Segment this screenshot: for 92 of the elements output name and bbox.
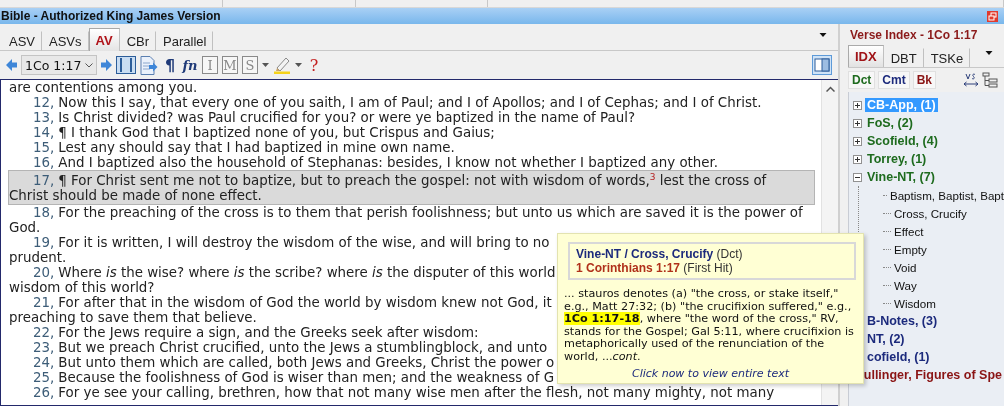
version-tab[interactable]: ASVs — [42, 31, 89, 51]
verse-text: For the preaching of the cross is to them that perish foolishness; but unto us which are saved it is the power of — [58, 205, 803, 220]
tree-item[interactable]: B-Notes, (3) — [865, 314, 940, 328]
tree-item[interactable]: ullinger, Figures of Spe — [861, 368, 1004, 382]
index-tab[interactable]: IDX — [848, 45, 884, 67]
verse-text: For ye see your calling, brethren, how that not many wise men after the flesh, not many mighty, not many — [58, 385, 775, 400]
verse-text: For it is written, I will destroy the wisdom of the wise, and will bring to no — [58, 235, 550, 250]
view-text-link[interactable]: Click now to view entire text — [631, 367, 790, 380]
verse-text: preaching to save them that believe. — [9, 310, 257, 325]
tree-item[interactable]: NT, (2) — [865, 332, 907, 346]
tab-menu-icon[interactable] — [984, 51, 994, 55]
verse-width-icon[interactable] — [963, 72, 979, 88]
verse-text: Now this I say, that every one of you saith, I am of Paul; and I of Apollos; and I of Cephas; and I of Christ. — [58, 95, 762, 110]
reference-dropdown[interactable]: 1Co 1:17 — [21, 55, 97, 75]
verse-text: are contentions among you. — [9, 80, 198, 95]
verse-text: For after that in the wisdom of God the world by wisdom knew not God, it — [58, 295, 552, 310]
verse-text: Christ should be made of none effect. — [9, 188, 262, 203]
tree-view-icon[interactable] — [982, 72, 998, 88]
chevron-down-icon[interactable] — [85, 62, 93, 68]
verse-number: 14, — [33, 125, 55, 140]
collapse-icon[interactable] — [853, 172, 862, 182]
verse-number: 16, — [33, 155, 55, 170]
verse-number: 15, — [33, 140, 55, 155]
verse-number: 23, — [33, 340, 55, 355]
verse-number: 17, — [33, 173, 55, 188]
expand-icon[interactable] — [853, 118, 862, 128]
tree-item[interactable]: Scofield, (4) — [865, 134, 940, 148]
filter-button[interactable]: Bk — [912, 71, 937, 89]
tree-item[interactable]: Effect — [894, 224, 924, 238]
expand-icon[interactable] — [853, 154, 862, 164]
verse-number: 20, — [33, 265, 55, 280]
caret-icon[interactable] — [295, 63, 302, 67]
popup-text: ... stauros denotes (a) "the cross, or stake itself," e.g., Matt 27:32; (b) "the crucifixion suffered," e.g., 1Co 1:17-18, where "the word of the cross," RV, stands for the Gospel; Gal 5:11, where crucifixion is metaphorically used of the renunciation of the world, ...cont. — [563, 288, 855, 363]
index-tab[interactable]: DBT — [883, 48, 924, 67]
tree-item[interactable]: Baptism, Baptist, Bapt — [889, 188, 1004, 202]
verse-number: 22, — [33, 325, 55, 340]
caret-icon[interactable] — [262, 63, 269, 67]
verse-text: God. — [9, 220, 41, 235]
verse-number: 21, — [33, 295, 55, 310]
version-tab[interactable]: AV — [88, 28, 120, 51]
verse-text: For the Jews require a sign, and the Greeks seek after wisdom: — [58, 325, 479, 340]
tree-item[interactable]: Void — [894, 260, 917, 274]
expand-icon[interactable] — [853, 100, 862, 110]
filter-button[interactable]: Dct — [848, 71, 876, 89]
help-button[interactable]: ? — [306, 55, 322, 75]
verse-text: prudent. — [9, 250, 67, 265]
document-arrow-icon[interactable] — [140, 55, 158, 75]
tree-item[interactable]: Empty — [894, 242, 927, 256]
index-tab[interactable]: TSKe — [923, 48, 971, 67]
verse-text: Is Christ divided? was Paul crucified for you? or were ye baptized in the name of Paul? — [58, 110, 636, 125]
tree-item[interactable]: Vine-NT, (7) — [865, 170, 937, 184]
verse-text: wisdom of this world? — [9, 280, 155, 295]
scroll-up-icon[interactable] — [825, 86, 835, 92]
forward-arrow-icon[interactable] — [101, 59, 112, 71]
layout-icon[interactable] — [812, 55, 832, 75]
paragraph-button[interactable]: ¶ — [162, 55, 178, 75]
tree-item[interactable]: cofield, (1) — [865, 350, 932, 364]
popup-reference: 1 Corinthians 1:17 (First Hit) — [576, 261, 734, 275]
verse-text: But unto them which are called, both Jews and Greeks, Christ the power o — [58, 355, 555, 370]
version-tab[interactable]: Parallel — [156, 31, 214, 51]
verse-text: Where is the wise? where is the scribe? where is the disputer of this world — [58, 265, 556, 280]
verse-number: 25, — [33, 370, 55, 385]
tree-item[interactable]: Torrey, (1) — [865, 152, 929, 166]
verse-text: ¶ For Christ sent me not to baptize, but to preach the gospel: not with wisdom of words,$^{3}$ lest the cross of — [58, 173, 767, 188]
verse-number: 26, — [33, 385, 55, 400]
verse-number: 13, — [33, 110, 55, 125]
verse-number: 24, — [33, 355, 55, 370]
verse-number: 19, — [33, 235, 55, 250]
columns-icon[interactable] — [116, 56, 136, 74]
tree-item[interactable]: Way — [894, 278, 917, 292]
verse-number: 12, — [33, 95, 55, 110]
back-arrow-icon[interactable] — [6, 59, 17, 71]
highlighter-icon[interactable] — [273, 56, 291, 74]
verse-text: Lest any should say that I had baptized in mine own name. — [58, 140, 455, 155]
restore-icon[interactable] — [987, 10, 998, 22]
verse-text: ¶ I thank God that I baptized none of you, but Crispus and Gaius; — [58, 125, 495, 140]
pane-title: Verse Index - 1Co 1:17 — [849, 27, 979, 44]
filter-button[interactable]: Cmt — [878, 71, 910, 89]
verse-text: But we preach Christ crucified, unto the Jews a stumblingblock, and unto — [58, 340, 548, 355]
version-tab[interactable]: CBr — [119, 31, 157, 51]
verse-number: 18, — [33, 205, 55, 220]
verse-text: And I baptized also the household of Stephanas: besides, I know not whether I baptized any other. — [58, 155, 719, 170]
popup-heading: Vine-NT / Cross, Crucify (Dct) — [576, 247, 744, 261]
footnote-button[interactable]: fn — [182, 55, 198, 75]
tab-menu-icon[interactable] — [818, 33, 828, 37]
tree-item[interactable]: FoS, (2) — [865, 116, 915, 130]
verse-text: Because the foolishness of God is wiser than men; and the weakness of G — [58, 370, 555, 385]
version-tab[interactable]: ASV — [2, 31, 42, 51]
tree-item[interactable]: Wisdom — [894, 296, 936, 310]
tree-item[interactable]: Cross, Crucify — [894, 206, 967, 220]
expand-icon[interactable] — [853, 136, 862, 146]
window-title: Bible - Authorized King James Version — [1, 9, 221, 23]
